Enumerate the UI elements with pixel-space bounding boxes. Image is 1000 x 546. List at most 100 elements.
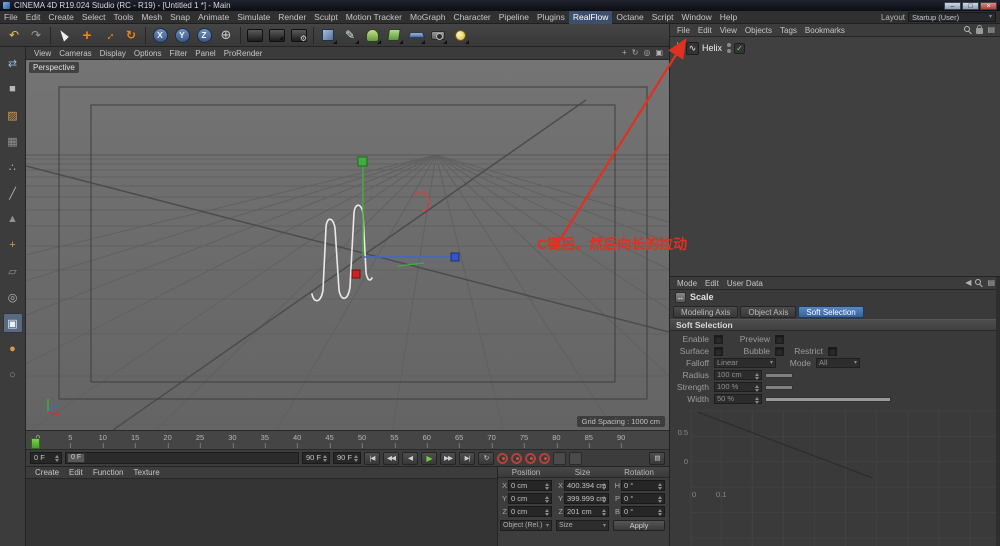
- object-name[interactable]: Helix: [702, 43, 722, 53]
- keyframe-selection-button[interactable]: [553, 451, 566, 465]
- position-y-field[interactable]: 0 cm: [508, 493, 552, 504]
- model-mode-button[interactable]: ■: [3, 79, 23, 99]
- workplane-mode-button[interactable]: ▦: [3, 131, 23, 151]
- environment-floor-button[interactable]: [406, 25, 426, 45]
- timeline-tick[interactable]: 25: [196, 433, 204, 448]
- menu-item[interactable]: Tools: [110, 11, 138, 24]
- viewport-menu-item[interactable]: Options: [130, 47, 166, 60]
- previous-frame-button[interactable]: ◀: [402, 451, 418, 465]
- menu-item[interactable]: File: [0, 11, 22, 24]
- menu-item[interactable]: Sculpt: [310, 11, 342, 24]
- viewport-zoom-icon[interactable]: ◎: [643, 48, 650, 58]
- visibility-dots[interactable]: [727, 43, 732, 53]
- spinner-icon[interactable]: [55, 454, 60, 463]
- menu-item[interactable]: Select: [78, 11, 110, 24]
- z-axis-toggle[interactable]: Z: [194, 25, 214, 45]
- texture-mode-button[interactable]: ▨: [3, 105, 23, 125]
- record-keyframe-button[interactable]: [497, 452, 508, 464]
- rotate-tool[interactable]: ↻: [121, 25, 141, 45]
- keyframe-filter-button[interactable]: [569, 451, 582, 465]
- primitive-cube-button[interactable]: [318, 25, 338, 45]
- strength-field[interactable]: 100 %: [714, 382, 762, 392]
- range-slider-handle[interactable]: 0 F: [67, 453, 86, 463]
- am-menu-item[interactable]: User Data: [723, 277, 767, 290]
- autokey-scale-button[interactable]: [525, 452, 536, 464]
- autokey-position-button[interactable]: [511, 452, 522, 464]
- menu-item[interactable]: Motion Tracker: [342, 11, 406, 24]
- viewport-menu-item[interactable]: Filter: [165, 47, 191, 60]
- spinner-icon[interactable]: [602, 508, 607, 516]
- scale-tool[interactable]: ↔: [99, 25, 119, 45]
- panel-menu-icon[interactable]: ▤: [987, 25, 995, 35]
- spinner-icon[interactable]: [755, 384, 760, 393]
- size-mode-select[interactable]: Size ▾: [556, 520, 609, 531]
- frame-range-slider[interactable]: 0 F: [65, 452, 299, 464]
- surface-checkbox[interactable]: [714, 346, 723, 356]
- width-field[interactable]: 50 %: [714, 394, 762, 404]
- camera-label[interactable]: Perspective: [29, 62, 79, 73]
- timeline-tick[interactable]: 30: [228, 433, 237, 448]
- rotation-b-field[interactable]: 0 °: [621, 506, 665, 517]
- quantize-button[interactable]: ●: [3, 339, 23, 359]
- menu-item[interactable]: Plugins: [533, 11, 569, 24]
- redo-button[interactable]: ↷: [26, 25, 46, 45]
- autokey-rotation-button[interactable]: [539, 452, 550, 464]
- om-menu-item[interactable]: File: [673, 24, 694, 37]
- menu-item[interactable]: Character: [449, 11, 494, 24]
- viewport-menu-item[interactable]: ProRender: [220, 47, 267, 60]
- size-y-field[interactable]: 399.999 cm: [564, 493, 609, 504]
- timeline-tick[interactable]: 5: [68, 433, 72, 448]
- object-manager[interactable]: ∿ Helix ✓: [670, 37, 1000, 277]
- restrict-checkbox[interactable]: [828, 346, 837, 356]
- menu-item[interactable]: Octane: [612, 11, 647, 24]
- timeline-tick[interactable]: 15: [131, 433, 139, 448]
- spinner-icon[interactable]: [602, 482, 607, 490]
- om-menu-item[interactable]: Edit: [694, 24, 716, 37]
- last-frame-field[interactable]: 90 F: [333, 452, 361, 464]
- spinner-icon[interactable]: [545, 482, 550, 490]
- size-z-field[interactable]: 201 cm: [564, 506, 609, 517]
- spinner-icon[interactable]: [545, 495, 550, 503]
- magnet-button[interactable]: ○: [3, 365, 23, 385]
- enable-axis-button[interactable]: +: [3, 235, 23, 255]
- viewport-orbit-icon[interactable]: ↻: [632, 48, 639, 58]
- menu-item[interactable]: Mesh: [137, 11, 166, 24]
- goto-end-button[interactable]: ▶|: [459, 451, 475, 465]
- falloff-select[interactable]: Linear ▾: [714, 358, 776, 368]
- timeline-tick[interactable]: 70: [487, 433, 496, 448]
- previous-key-button[interactable]: ◀◀: [383, 451, 399, 465]
- menu-item[interactable]: Edit: [22, 11, 45, 24]
- spinner-icon[interactable]: [755, 396, 760, 405]
- snap-settings-button[interactable]: ◎: [3, 287, 23, 307]
- material-menu-item[interactable]: Function: [88, 467, 129, 479]
- live-selection-tool[interactable]: [55, 25, 75, 45]
- maximize-button[interactable]: □: [962, 1, 979, 10]
- spinner-icon[interactable]: [545, 508, 550, 516]
- deformer-button[interactable]: [384, 25, 404, 45]
- om-menu-item[interactable]: Tags: [776, 24, 801, 37]
- edges-mode-button[interactable]: ╱: [3, 183, 23, 203]
- tab-object-axis[interactable]: Object Axis: [740, 305, 797, 318]
- timeline-layout-button[interactable]: ▤: [649, 451, 665, 465]
- material-menu-item[interactable]: Create: [30, 467, 64, 479]
- falloff-curve-graph[interactable]: 0.5 0 0 0.1: [678, 410, 996, 546]
- menu-item[interactable]: Window: [677, 11, 715, 24]
- layout-select[interactable]: Startup (User) ▾: [908, 12, 996, 22]
- menu-item[interactable]: Animate: [194, 11, 233, 24]
- tab-modeling-axis[interactable]: Modeling Axis: [673, 305, 739, 318]
- timeline-tick[interactable]: 85: [585, 433, 593, 448]
- minimize-button[interactable]: –: [944, 1, 961, 10]
- menu-item[interactable]: Simulate: [233, 11, 274, 24]
- menu-item[interactable]: MoGraph: [406, 11, 449, 24]
- viewport-menu-item[interactable]: Cameras: [55, 47, 95, 60]
- radius-slider[interactable]: [765, 372, 793, 378]
- panel-menu-icon[interactable]: ▤: [987, 278, 995, 288]
- viewport-solo-button[interactable]: ▱: [3, 261, 23, 281]
- render-settings-button[interactable]: ⚙: [289, 25, 309, 45]
- menu-item[interactable]: Render: [274, 11, 310, 24]
- lock-icon[interactable]: [976, 25, 984, 34]
- spinner-icon[interactable]: [658, 508, 663, 516]
- make-editable-button[interactable]: ⇄: [3, 53, 23, 73]
- y-axis-toggle[interactable]: Y: [172, 25, 192, 45]
- menu-item[interactable]: Pipeline: [495, 11, 533, 24]
